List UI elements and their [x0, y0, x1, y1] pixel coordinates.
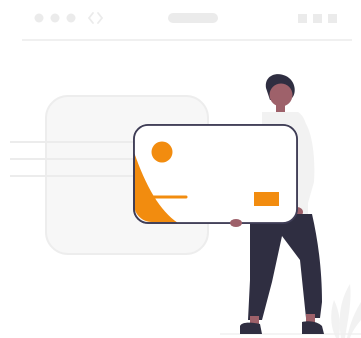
credit-card-logo-icon	[151, 141, 173, 163]
window-dot-2-icon	[50, 13, 60, 23]
person-left-hand	[230, 219, 242, 227]
window-button-1-icon	[298, 14, 307, 23]
credit-card-chip-icon	[254, 192, 279, 206]
window-button-3-icon	[328, 14, 337, 23]
window-dot-1-icon	[34, 13, 44, 23]
window-dot-3-icon	[66, 13, 76, 23]
window-button-2-icon	[313, 14, 322, 23]
code-brackets-icon	[87, 12, 104, 24]
person-pants	[248, 214, 322, 320]
address-bar	[168, 13, 218, 23]
person-right-shoe	[302, 321, 324, 334]
person-head	[269, 83, 293, 107]
person-left-shoe	[240, 322, 262, 334]
plant-icon	[331, 284, 361, 338]
browser-chrome	[22, 12, 352, 41]
credit-card	[133, 124, 298, 224]
illustration-stage	[0, 0, 361, 338]
credit-card-illustration	[10, 12, 361, 338]
